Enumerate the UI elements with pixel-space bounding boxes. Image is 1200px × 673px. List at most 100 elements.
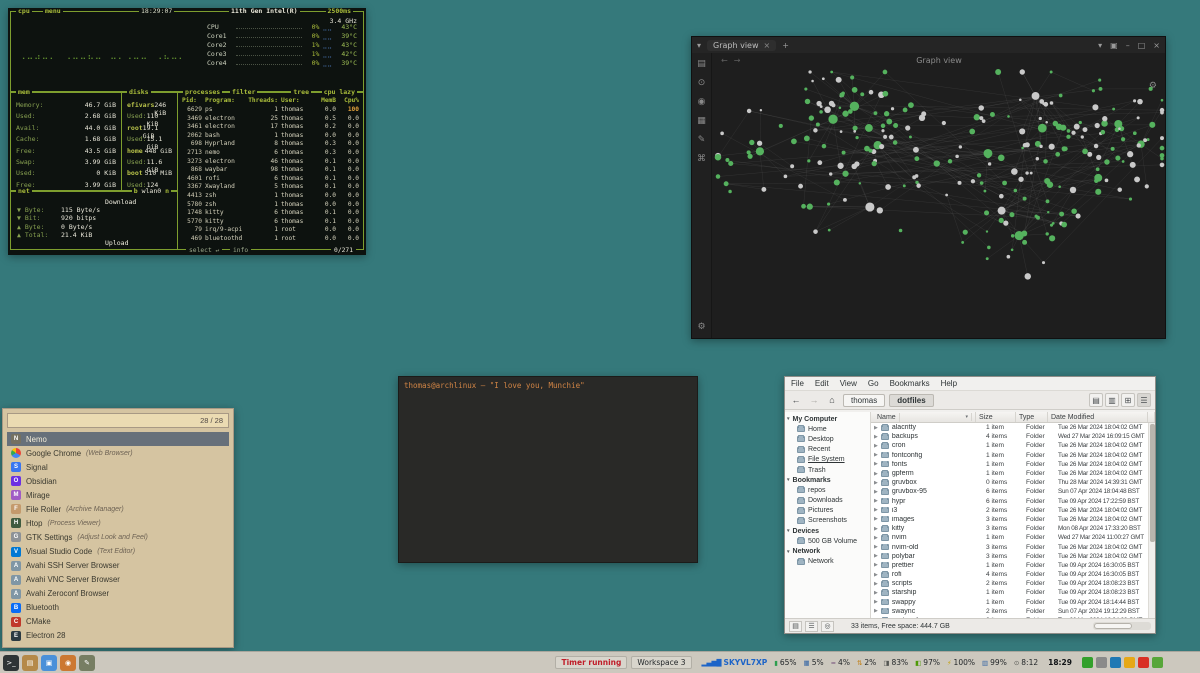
expander-icon[interactable]: ▾ — [787, 416, 790, 422]
sidebar-entry[interactable]: ▾ repos — [785, 485, 870, 495]
row-expander-icon[interactable]: ▶ — [874, 507, 878, 513]
process-row[interactable]: 5770 kitty 6 thomas 0.1 0.0 — [178, 218, 363, 227]
launcher-item[interactable]: N Nemo — [7, 432, 229, 446]
status-indicator[interactable]: ▂▄▆█ SKYVL7XP — [702, 658, 768, 667]
terminal-window[interactable]: thomas@archlinux — "I love you, Munchie" — [398, 376, 698, 563]
file-row[interactable]: ▶ alacritty 1 item Folder Tue 26 Mar 202… — [871, 423, 1155, 432]
process-row[interactable]: 3461 electron 17 thomas 0.2 0.0 — [178, 123, 363, 132]
disks-box-label[interactable]: disks — [127, 89, 151, 96]
update-interval-control[interactable]: 2500ms — [326, 8, 353, 15]
side-pane-places-button[interactable]: ▤ — [789, 621, 802, 632]
memory-box-label[interactable]: mem — [16, 89, 32, 96]
file-row[interactable]: ▶ fonts 1 item Folder Tue 26 Mar 2024 18… — [871, 460, 1155, 469]
home-button[interactable]: ⌂ — [825, 393, 839, 407]
graph-canvas[interactable] — [713, 67, 1167, 340]
process-row[interactable]: 1748 kitty 6 thomas 0.1 0.0 — [178, 209, 363, 218]
row-expander-icon[interactable]: ▶ — [874, 562, 878, 568]
process-row[interactable]: 2062 bash 1 thomas 0.0 0.0 — [178, 132, 363, 141]
row-expander-icon[interactable]: ▶ — [874, 553, 878, 559]
launcher-item[interactable]: A Avahi SSH Server Browser — [7, 559, 229, 573]
file-row[interactable]: ▶ nvim 1 item Folder Wed 27 Mar 2024 11:… — [871, 533, 1155, 542]
column-size[interactable]: Size — [976, 412, 1016, 422]
process-row[interactable]: 5780 zsh 1 thomas 0.0 0.0 — [178, 201, 363, 210]
launcher-icon[interactable]: ◉ — [60, 655, 76, 671]
side-pane-tree-button[interactable]: ☰ — [805, 621, 818, 632]
files-icon[interactable]: ▤ — [697, 59, 706, 69]
process-row[interactable]: 469 bluetoothd 1 root 0.0 0.0 — [178, 235, 363, 244]
row-expander-icon[interactable]: ▶ — [874, 526, 878, 532]
row-expander-icon[interactable]: ▶ — [874, 452, 878, 458]
settings-icon[interactable]: ⚙ — [697, 322, 705, 332]
breadcrumb-current[interactable]: dotfiles — [889, 394, 933, 407]
launcher-item[interactable]: O Obsidian — [7, 474, 229, 488]
launcher-item[interactable]: A Avahi VNC Server Browser — [7, 573, 229, 587]
row-expander-icon[interactable]: ▶ — [874, 572, 878, 578]
menu-item[interactable]: View — [840, 379, 857, 388]
column-dropdown-icon[interactable]: ▾ — [962, 413, 972, 421]
sidebar-entry[interactable]: ▾ 500 GB Volume — [785, 536, 870, 546]
tab-list-dropdown-icon[interactable]: ▾ — [697, 41, 701, 50]
sidebar-entry[interactable]: ▾ Network — [785, 546, 870, 556]
launcher-item[interactable]: H Htop (Process Viewer) — [7, 516, 229, 530]
network-interface-switcher[interactable]: b wlan0 n — [132, 188, 171, 195]
expander-icon[interactable]: ▾ — [787, 477, 790, 483]
sidebar-entry[interactable]: ▾ Desktop — [785, 434, 870, 444]
menu-item[interactable]: Bookmarks — [890, 379, 930, 388]
graph-icon[interactable]: ◉ — [698, 97, 706, 107]
processes-box-label[interactable]: processes — [183, 89, 222, 96]
file-row[interactable]: ▶ swaync 2 items Folder Sun 07 Apr 2024 … — [871, 607, 1155, 616]
row-expander-icon[interactable]: ▶ — [874, 590, 878, 596]
col-program[interactable]: Program: — [205, 97, 245, 104]
launcher-item[interactable]: V Visual Studio Code (Text Editor) — [7, 545, 229, 559]
menu-item[interactable]: File — [791, 379, 804, 388]
sidebar-entry[interactable]: ▾ Pictures — [785, 506, 870, 516]
file-row[interactable]: ▶ kitty 3 items Folder Mon 08 Apr 2024 1… — [871, 524, 1155, 533]
menu-button[interactable]: menu — [43, 8, 63, 15]
launcher-item[interactable]: B Bluetooth — [7, 601, 229, 615]
column-date[interactable]: Date Modified — [1048, 412, 1148, 422]
col-cpu[interactable]: Cpu% — [339, 97, 359, 104]
forward-button[interactable]: → — [807, 393, 821, 407]
row-expander-icon[interactable]: ▶ — [874, 443, 878, 449]
file-row[interactable]: ▶ fontconfig 1 item Folder Tue 26 Mar 20… — [871, 451, 1155, 460]
row-expander-icon[interactable]: ▶ — [874, 544, 878, 550]
row-expander-icon[interactable]: ▶ — [874, 599, 878, 605]
status-indicator[interactable]: ▥ 99% — [982, 658, 1007, 667]
tray-icon[interactable] — [1124, 657, 1135, 668]
status-indicator[interactable]: ⊙ 8:12 — [1014, 658, 1038, 667]
column-type[interactable]: Type — [1016, 412, 1048, 422]
breadcrumb-home[interactable]: thomas — [843, 394, 885, 407]
row-expander-icon[interactable]: ▶ — [874, 535, 878, 541]
sidebar-entry[interactable]: ▾ Devices — [785, 526, 870, 536]
status-indicator[interactable]: ▦ 5% — [804, 658, 824, 667]
daily-note-icon[interactable]: ✎ — [698, 135, 706, 145]
process-row[interactable]: 6629 ps 1 thomas 0.0 100 — [178, 106, 363, 115]
launcher-icon[interactable]: ✎ — [79, 655, 95, 671]
cpu-box-label[interactable]: cpu — [16, 8, 32, 15]
tray-icon[interactable] — [1138, 657, 1149, 668]
sidebar-entry[interactable]: ▾ File System — [785, 455, 870, 465]
row-expander-icon[interactable]: ▶ — [874, 471, 878, 477]
expander-icon[interactable]: ▾ — [787, 549, 790, 555]
col-mem[interactable]: MemB — [316, 97, 336, 104]
tray-icon[interactable] — [1110, 657, 1121, 668]
file-row[interactable]: ▶ hypr 6 items Folder Tue 09 Apr 2024 17… — [871, 497, 1155, 506]
file-row[interactable]: ▶ i3 2 items Folder Tue 26 Mar 2024 18:0… — [871, 506, 1155, 515]
process-row[interactable]: 3469 electron 25 thomas 0.5 0.0 — [178, 115, 363, 124]
horizontal-scrollbar[interactable] — [1093, 622, 1151, 630]
file-row[interactable]: ▶ cron 1 item Folder Tue 26 Mar 2024 18:… — [871, 441, 1155, 450]
launcher-item[interactable]: G GTK Settings (Adjust Look and Feel) — [7, 530, 229, 544]
launcher-item[interactable]: S Signal — [7, 460, 229, 474]
status-indicator[interactable]: ▮ 65% — [774, 658, 796, 667]
col-pid[interactable]: Pid: — [182, 97, 202, 104]
search-icon[interactable]: ⊙ — [698, 78, 706, 88]
status-indicator[interactable]: ⚡ 100% — [947, 658, 975, 667]
filter-button[interactable]: filter — [230, 89, 257, 96]
layout-icon[interactable]: ▣ — [1110, 41, 1118, 50]
thumbnail-view-button[interactable]: ▥ — [1105, 393, 1119, 407]
col-user[interactable]: User: — [281, 97, 313, 104]
workspace-indicator[interactable]: Workspace 3 — [631, 656, 691, 669]
tray-icon[interactable] — [1096, 657, 1107, 668]
process-row[interactable]: 4601 rofi 6 thomas 0.1 0.0 — [178, 175, 363, 184]
tree-toggle[interactable]: tree — [291, 89, 311, 96]
